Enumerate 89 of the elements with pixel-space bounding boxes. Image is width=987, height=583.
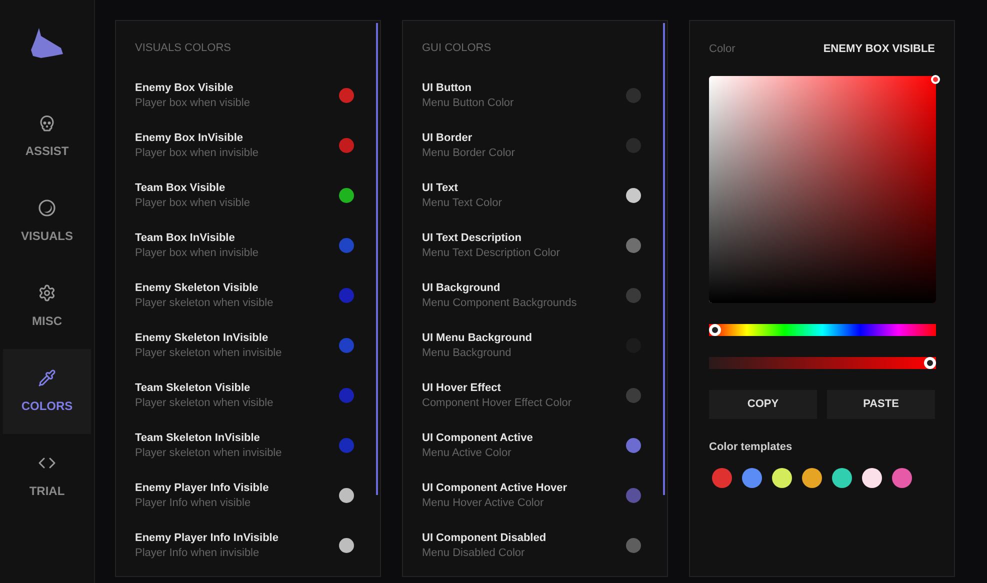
nav-tab[interactable]: COLORS	[3, 349, 91, 434]
alpha-thumb[interactable]	[924, 356, 936, 368]
setting-name: UI Menu Background	[422, 330, 532, 346]
setting-description: Menu Button Color	[422, 96, 514, 110]
color-swatch[interactable]	[626, 88, 641, 103]
setting-name: UI Hover Effect	[422, 380, 502, 396]
picker-label: Color	[709, 42, 736, 57]
color-template[interactable]	[772, 468, 792, 488]
moon-circle-icon	[38, 198, 56, 216]
setting-description: Player Info when invisible	[135, 546, 260, 560]
setting-description: Menu Component Backgrounds	[422, 296, 577, 310]
setting-description: Player skeleton when visible	[135, 296, 274, 310]
picker-button[interactable]: PASTE	[827, 390, 935, 418]
section-title: VISUALS COLORS	[135, 41, 232, 56]
color-swatch[interactable]	[626, 288, 641, 303]
picker-target: ENEMY BOX VISIBLE	[823, 42, 935, 57]
color-swatch[interactable]	[339, 238, 354, 253]
color-swatch[interactable]	[626, 238, 641, 253]
section-title: GUI COLORS	[422, 41, 492, 56]
setting-name: UI Component Active	[422, 430, 533, 446]
color-swatch[interactable]	[626, 538, 641, 553]
color-swatch[interactable]	[339, 88, 354, 103]
color-swatch[interactable]	[339, 338, 354, 353]
picker-button[interactable]: COPY	[709, 390, 817, 418]
setting-description: Menu Text Description Color	[422, 246, 560, 260]
setting-name: UI Button	[422, 80, 472, 96]
color-template[interactable]	[892, 468, 912, 488]
color-swatch[interactable]	[626, 188, 641, 203]
setting-name: UI Text Description	[422, 230, 522, 246]
setting-description: Menu Text Color	[422, 196, 502, 210]
setting-description: Player skeleton when invisible	[135, 446, 282, 460]
setting-description: Player skeleton when invisible	[135, 346, 282, 360]
setting-name: Enemy Player Info InVisible	[135, 530, 278, 546]
color-template[interactable]	[862, 468, 882, 488]
setting-description: Menu Hover Active Color	[422, 496, 545, 510]
color-template[interactable]	[712, 468, 732, 488]
color-swatch[interactable]	[339, 138, 354, 153]
setting-name: Enemy Skeleton Visible	[135, 280, 260, 296]
setting-name: Enemy Box Visible	[135, 80, 234, 96]
setting-description: Menu Border Color	[422, 146, 515, 160]
nav-tab[interactable]: TRIAL	[3, 434, 91, 519]
color-swatch[interactable]	[626, 138, 641, 153]
color-swatch[interactable]	[339, 438, 354, 453]
alpha-slider[interactable]	[709, 356, 936, 368]
picker-thumb[interactable]	[931, 74, 940, 84]
setting-description: Menu Disabled Color	[422, 546, 526, 560]
setting-name: UI Border	[422, 130, 474, 146]
nav-tab[interactable]: ASSIST	[3, 94, 91, 179]
color-swatch[interactable]	[626, 388, 641, 403]
color-template[interactable]	[802, 468, 822, 488]
setting-description: Player box when visible	[135, 196, 250, 210]
setting-name: Team Box Visible	[135, 180, 226, 196]
setting-name: Team Skeleton Visible	[135, 380, 252, 396]
scrollbar[interactable]	[376, 23, 378, 495]
color-template[interactable]	[742, 468, 762, 488]
color-swatch[interactable]	[339, 488, 354, 503]
skull-icon	[38, 114, 56, 132]
color-template[interactable]	[832, 468, 852, 488]
setting-description: Player box when invisible	[135, 146, 259, 160]
color-swatch[interactable]	[339, 288, 354, 303]
color-swatch[interactable]	[339, 188, 354, 203]
setting-description: Player skeleton when visible	[135, 396, 274, 410]
setting-name: UI Background	[422, 280, 502, 296]
setting-name: Team Box InVisible	[135, 230, 236, 246]
setting-description: Menu Background	[422, 346, 512, 360]
color-swatch[interactable]	[626, 488, 641, 503]
color-swatch[interactable]	[339, 388, 354, 403]
hue-slider[interactable]	[709, 324, 936, 336]
setting-name: UI Component Disabled	[422, 530, 546, 546]
setting-name: UI Component Active Hover	[422, 480, 568, 496]
color-swatch[interactable]	[626, 438, 641, 453]
color-swatch[interactable]	[339, 538, 354, 553]
setting-name: Team Skeleton InVisible	[135, 430, 261, 446]
setting-description: Player box when visible	[135, 96, 250, 110]
templates-label: Color templates	[709, 440, 794, 454]
setting-name: Enemy Box InVisible	[135, 130, 244, 146]
nav-tab[interactable]: MISC	[3, 264, 91, 349]
setting-name: UI Text	[422, 180, 459, 196]
pipette-icon	[38, 368, 56, 386]
settings-icon	[38, 284, 56, 302]
nav-tab[interactable]: VISUALS	[3, 179, 91, 264]
setting-description: Component Hover Effect Color	[422, 396, 572, 410]
setting-description: Player box when invisible	[135, 246, 259, 260]
setting-description: Menu Active Color	[422, 446, 512, 460]
hue-thumb[interactable]	[709, 324, 721, 336]
setting-name: Enemy Player Info Visible	[135, 480, 269, 496]
setting-name: Enemy Skeleton InVisible	[135, 330, 270, 346]
scrollbar[interactable]	[663, 23, 665, 495]
setting-description: Player Info when visible	[135, 496, 252, 510]
